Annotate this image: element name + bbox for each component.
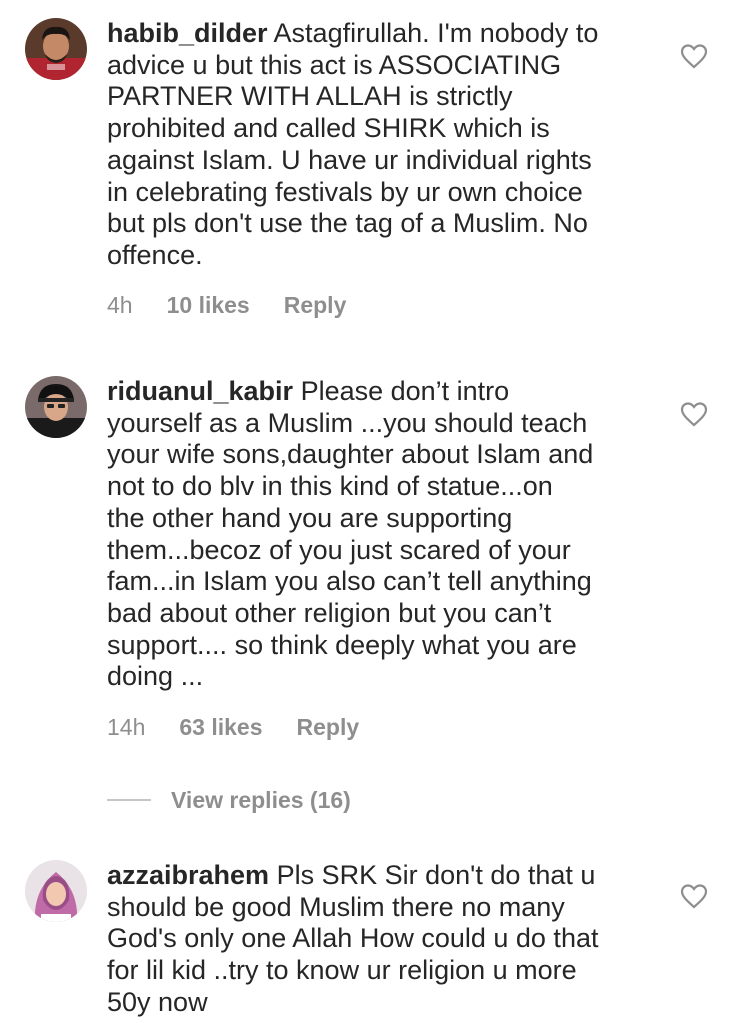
heart-icon[interactable]: [680, 401, 708, 427]
heart-icon[interactable]: [680, 43, 708, 69]
comment-text: Please don’t intro yourself as a Muslim …: [107, 376, 594, 692]
comment-body: riduanul_kabir Please don’t intro yourse…: [107, 376, 652, 693]
comment-body: habib_dilder Astagfirullah. I'm nobody t…: [107, 18, 652, 272]
woman-hijab-avatar-icon: [25, 860, 87, 922]
view-replies-divider: [107, 799, 151, 801]
avatar[interactable]: [25, 376, 87, 438]
view-replies-label[interactable]: View replies (16): [171, 787, 351, 814]
comment-time: 4h: [107, 292, 133, 318]
man-avatar-icon: [25, 18, 87, 80]
comment-username[interactable]: azzaibrahem: [107, 860, 269, 890]
comment-username[interactable]: riduanul_kabir: [107, 376, 293, 406]
reply-button[interactable]: Reply: [297, 714, 360, 741]
avatar[interactable]: [25, 18, 87, 80]
comment-meta: 14h 63 likes Reply: [107, 714, 359, 741]
comment-meta: 4h 10 likes Reply: [107, 292, 346, 319]
reply-button[interactable]: Reply: [284, 292, 347, 319]
comment-time: 14h: [107, 714, 146, 740]
likes-count[interactable]: 10 likes: [167, 292, 250, 319]
view-replies-button[interactable]: View replies (16): [107, 784, 351, 816]
comment-text: Astagfirullah. I'm nobody to advice u bu…: [107, 18, 599, 270]
heart-icon[interactable]: [680, 883, 708, 909]
comment-username[interactable]: habib_dilder: [107, 18, 268, 48]
comment-body: azzaibrahem Pls SRK Sir don't do that u …: [107, 860, 652, 1019]
likes-count[interactable]: 63 likes: [179, 714, 262, 741]
man-in-cap-avatar-icon: [25, 376, 87, 438]
avatar[interactable]: [25, 860, 87, 922]
